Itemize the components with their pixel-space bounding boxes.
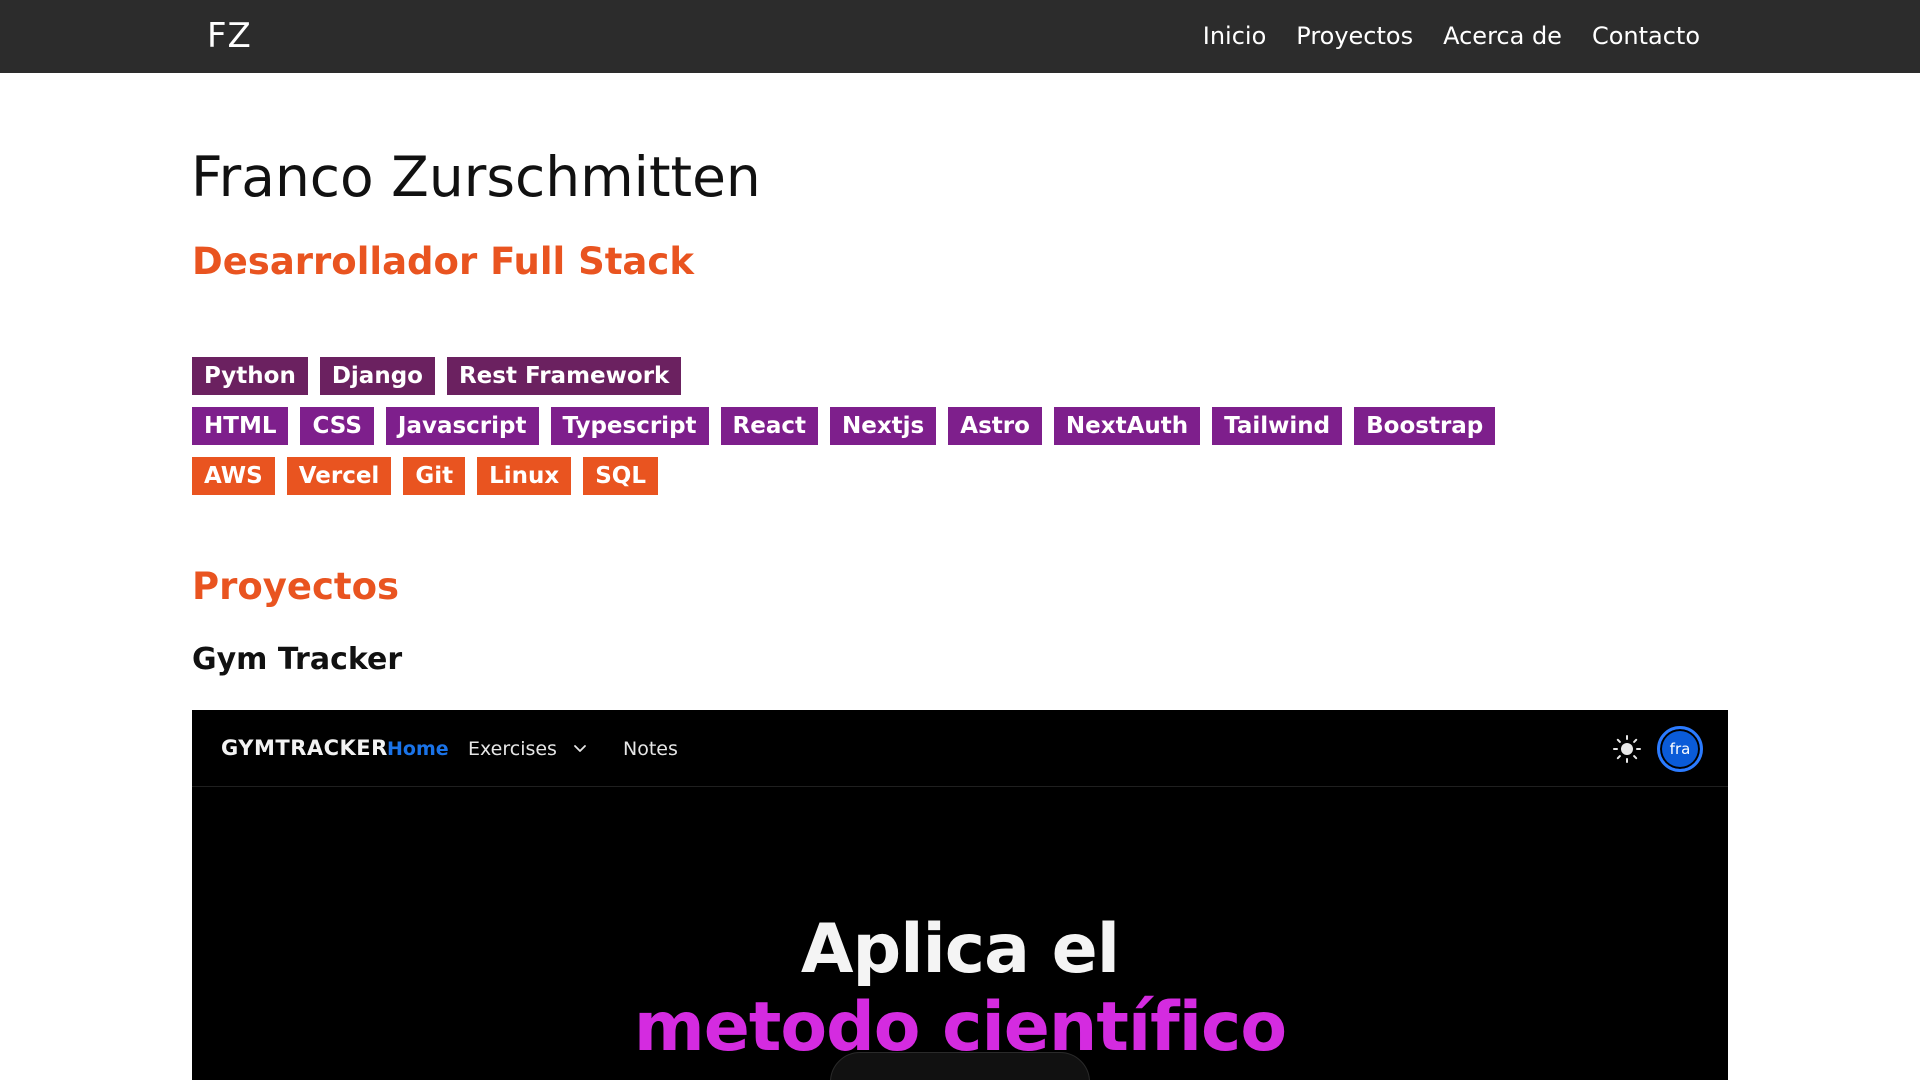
hero-name: Franco Zurschmitten [191, 145, 761, 209]
skills-row-devops: AWS Vercel Git Linux SQL [192, 457, 658, 495]
preview-headline-line1: Aplica el [800, 910, 1120, 989]
skill-tag: Python [192, 357, 308, 395]
skill-tag: Django [319, 357, 435, 395]
skill-tag: HTML [192, 407, 289, 445]
skill-tag: Linux [477, 457, 572, 495]
nav-links: Inicio Proyectos Acerca de Contacto [1203, 22, 1700, 50]
skill-tag: Tailwind [1212, 407, 1343, 445]
skill-tag: NextAuth [1053, 407, 1201, 445]
skills-row-frontend: HTML CSS Javascript Typescript React Nex… [192, 407, 1496, 445]
brand-logo[interactable]: FZ [207, 16, 252, 56]
skill-tag: Astro [948, 407, 1042, 445]
skills-row-backend: Python Django Rest Framework [192, 357, 682, 395]
preview-navbar: GYMTRACKER Home Exercises Notes fra [192, 710, 1728, 787]
skill-tag: Nextjs [830, 407, 937, 445]
sun-icon [1613, 735, 1641, 763]
projects-section-title: Proyectos [192, 565, 400, 608]
nav-link-acerca-de[interactable]: Acerca de [1443, 22, 1562, 50]
skill-tag: Rest Framework [446, 357, 682, 395]
preview-nav-notes: Notes [623, 738, 678, 760]
avatar: fra [1657, 726, 1703, 772]
project-title: Gym Tracker [192, 642, 403, 677]
skill-tag: Javascript [385, 407, 539, 445]
nav-link-inicio[interactable]: Inicio [1203, 22, 1267, 50]
skill-tag: AWS [192, 457, 275, 495]
preview-nav-exercises: Exercises [468, 738, 557, 760]
skill-tag: Vercel [286, 457, 392, 495]
hero-role: Desarrollador Full Stack [192, 240, 694, 283]
skill-tag: Boostrap [1354, 407, 1496, 445]
preview-nav-home: Home [387, 738, 449, 760]
preview-floating-toolbar [830, 1052, 1090, 1080]
preview-brand: GYMTRACKER [221, 736, 388, 760]
project-preview-screenshot[interactable]: GYMTRACKER Home Exercises Notes fra Apli… [192, 710, 1728, 1080]
nav-link-proyectos[interactable]: Proyectos [1296, 22, 1413, 50]
skill-tag: React [720, 407, 818, 445]
nav-link-contacto[interactable]: Contacto [1592, 22, 1700, 50]
chevron-down-icon [574, 745, 586, 752]
skill-tag: SQL [583, 457, 658, 495]
top-navbar: FZ Inicio Proyectos Acerca de Contacto [0, 0, 1920, 73]
skill-tag: Typescript [550, 407, 709, 445]
skill-tag: Git [403, 457, 466, 495]
skill-tag: CSS [300, 407, 374, 445]
